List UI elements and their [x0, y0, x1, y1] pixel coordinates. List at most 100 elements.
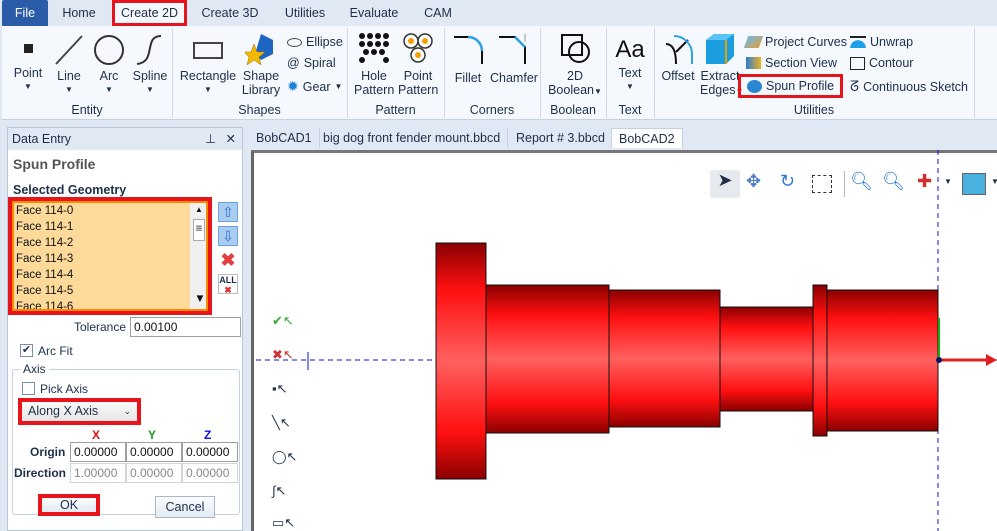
tab-create-3d[interactable]: Create 3D [194, 0, 266, 26]
x-header: X [92, 428, 101, 442]
rotate-tool-icon[interactable]: ↻ [780, 171, 795, 192]
chevron-down-icon[interactable]: ▼ [944, 177, 952, 186]
origin-x-input[interactable]: 0.00000 [70, 442, 126, 462]
group-label-corners: Corners [469, 103, 515, 117]
contour-button[interactable]: Contour [850, 56, 913, 70]
tab-cam[interactable]: CAM [416, 0, 460, 26]
snap-cancel-icon[interactable]: ✖↖ [272, 347, 294, 363]
part-section-2[interactable] [608, 289, 721, 428]
point-pattern-button[interactable]: Point Pattern [398, 32, 438, 97]
group-label-utilities: Utilities [793, 103, 835, 117]
select-tool-icon[interactable]: ➤ [710, 170, 740, 198]
chevron-down-icon[interactable]: ▼ [991, 177, 997, 186]
fillet-icon [454, 35, 484, 64]
list-item[interactable]: Face 114-3 [14, 251, 206, 267]
list-item[interactable]: Face 114-2 [14, 235, 206, 251]
list-item[interactable]: Face 114-0 [14, 203, 206, 219]
cad-viewport[interactable]: ✔↖ ✖↖ ▪↖ ╲↖ ◯↖ ∫↖ ▭↖ ➤ ✥ ↻ 🔍︎ 🔍︎ ✚ ▼ ▼ [251, 150, 997, 531]
spiral-button[interactable]: @ Spiral [287, 56, 336, 70]
text-button[interactable]: Aa Text ▼ [612, 34, 648, 94]
view-plane-icon[interactable]: ✚ [917, 171, 932, 192]
unwrap-button[interactable]: Unwrap [850, 35, 913, 49]
pin-icon[interactable]: ⊥ [205, 128, 216, 150]
ellipse-button[interactable]: Ellipse [287, 35, 343, 49]
list-item[interactable]: Face 114-6 [14, 299, 206, 309]
project-curves-icon [743, 36, 764, 48]
direction-label: Direction [14, 466, 67, 480]
ribbon: Point ▼ Line ▼ Arc ▼ Spline ▼ Entity Rectang… [2, 26, 997, 120]
doc-tab-bobcad2[interactable]: BobCAD2 [611, 128, 683, 148]
part-flange[interactable] [435, 242, 487, 480]
tab-utilities[interactable]: Utilities [276, 0, 334, 26]
view-cube-icon[interactable] [962, 173, 986, 195]
snap-line-icon[interactable]: ╲↖ [272, 415, 291, 431]
snap-spline-icon[interactable]: ∫↖ [272, 483, 286, 499]
spline-button[interactable]: Spline ▼ [132, 34, 168, 97]
chamfer-button[interactable]: Chamfer [490, 34, 538, 85]
zoom-previous-icon[interactable]: 🔍︎ [882, 171, 905, 192]
move-up-icon[interactable]: ⇧ [218, 202, 238, 222]
continuous-sketch-icon: ᘔ [850, 78, 860, 94]
selected-geometry-list[interactable]: Face 114-0 Face 114-1 Face 114-2 Face 11… [8, 197, 212, 315]
tab-file[interactable]: File [2, 0, 48, 26]
group-label-boolean: Boolean [550, 103, 596, 117]
close-icon[interactable]: ✕ [226, 128, 236, 150]
ok-button[interactable]: OK [38, 494, 100, 516]
direction-y-input: 0.00000 [126, 463, 182, 483]
chevron-down-icon: ⌄ [123, 406, 131, 416]
continuous-sketch-button[interactable]: ᘔ Continuous Sketch [850, 78, 968, 95]
2d-boolean-button[interactable]: 2D Boolean▼ [546, 32, 604, 99]
zoom-all-icon[interactable]: 🔍︎ [850, 171, 873, 192]
list-scrollbar[interactable]: ▲ ≡ ▼ [190, 203, 206, 309]
pick-axis-checkbox[interactable] [22, 382, 35, 395]
snap-ok-icon[interactable]: ✔↖ [272, 313, 294, 329]
zoom-window-icon[interactable] [812, 175, 832, 193]
snap-point-icon[interactable]: ▪↖ [272, 381, 288, 397]
snap-rect-icon[interactable]: ▭↖ [272, 515, 295, 531]
project-curves-button[interactable]: Project Curves [743, 35, 847, 49]
remove-icon[interactable]: ✖ [218, 250, 238, 270]
section-view-button[interactable]: Section View [746, 56, 837, 70]
arc-fit-checkbox[interactable]: ✔ [20, 344, 33, 357]
offset-button[interactable]: Offset [658, 34, 698, 83]
gear-button[interactable]: ✹ Gear ▼ [287, 78, 342, 95]
shape-library-button[interactable]: Shape Library [240, 32, 282, 97]
doc-tab-bobcad1[interactable]: BobCAD1 [249, 128, 320, 148]
remove-all-icon[interactable]: ALL ✖ [218, 274, 238, 295]
snap-arc-icon[interactable]: ◯↖ [272, 449, 297, 465]
pan-tool-icon[interactable]: ✥ [746, 171, 761, 192]
rectangle-icon [193, 42, 223, 59]
extract-edges-button[interactable]: Extract Edges▼ [700, 32, 743, 99]
unwrap-icon [850, 36, 866, 48]
part-section-1[interactable] [485, 284, 610, 434]
group-label-pattern: Pattern [375, 103, 416, 117]
list-item[interactable]: Face 114-1 [14, 219, 206, 235]
cancel-button[interactable]: Cancel [155, 496, 215, 518]
list-item[interactable]: Face 114-4 [14, 267, 206, 283]
fillet-button[interactable]: Fillet [450, 34, 486, 85]
point-button[interactable]: Point ▼ [10, 34, 46, 94]
tab-home[interactable]: Home [50, 0, 108, 26]
move-down-icon[interactable]: ⇩ [218, 226, 238, 246]
doc-tab-report3[interactable]: Report # 3.bbcd [509, 128, 613, 148]
rectangle-button[interactable]: Rectangle ▼ [178, 34, 238, 97]
tolerance-input[interactable]: 0.00100 [130, 317, 241, 337]
z-header: Z [204, 428, 212, 442]
group-label-shapes: Shapes [238, 103, 281, 117]
tab-create-2d[interactable]: Create 2D [112, 0, 187, 26]
extract-edges-icon [706, 34, 734, 64]
part-section-3[interactable] [719, 306, 814, 412]
origin-y-input[interactable]: 0.00000 [126, 442, 182, 462]
arc-button[interactable]: Arc ▼ [92, 34, 126, 97]
tab-evaluate[interactable]: Evaluate [344, 0, 404, 26]
gear-icon: ✹ [287, 78, 299, 94]
list-item[interactable]: Face 114-5 [14, 283, 206, 299]
doc-tab-fender-mount[interactable]: big dog front fender mount.bbcd [316, 128, 509, 148]
axis-select[interactable]: Along X Axis ⌄ [18, 398, 141, 425]
part-section-4[interactable] [826, 289, 939, 432]
spun-profile-button[interactable]: Spun Profile [738, 74, 844, 98]
part-collar[interactable] [812, 284, 828, 437]
hole-pattern-button[interactable]: Hole Pattern [354, 32, 394, 97]
origin-z-input[interactable]: 0.00000 [182, 442, 238, 462]
line-button[interactable]: Line ▼ [52, 34, 86, 97]
